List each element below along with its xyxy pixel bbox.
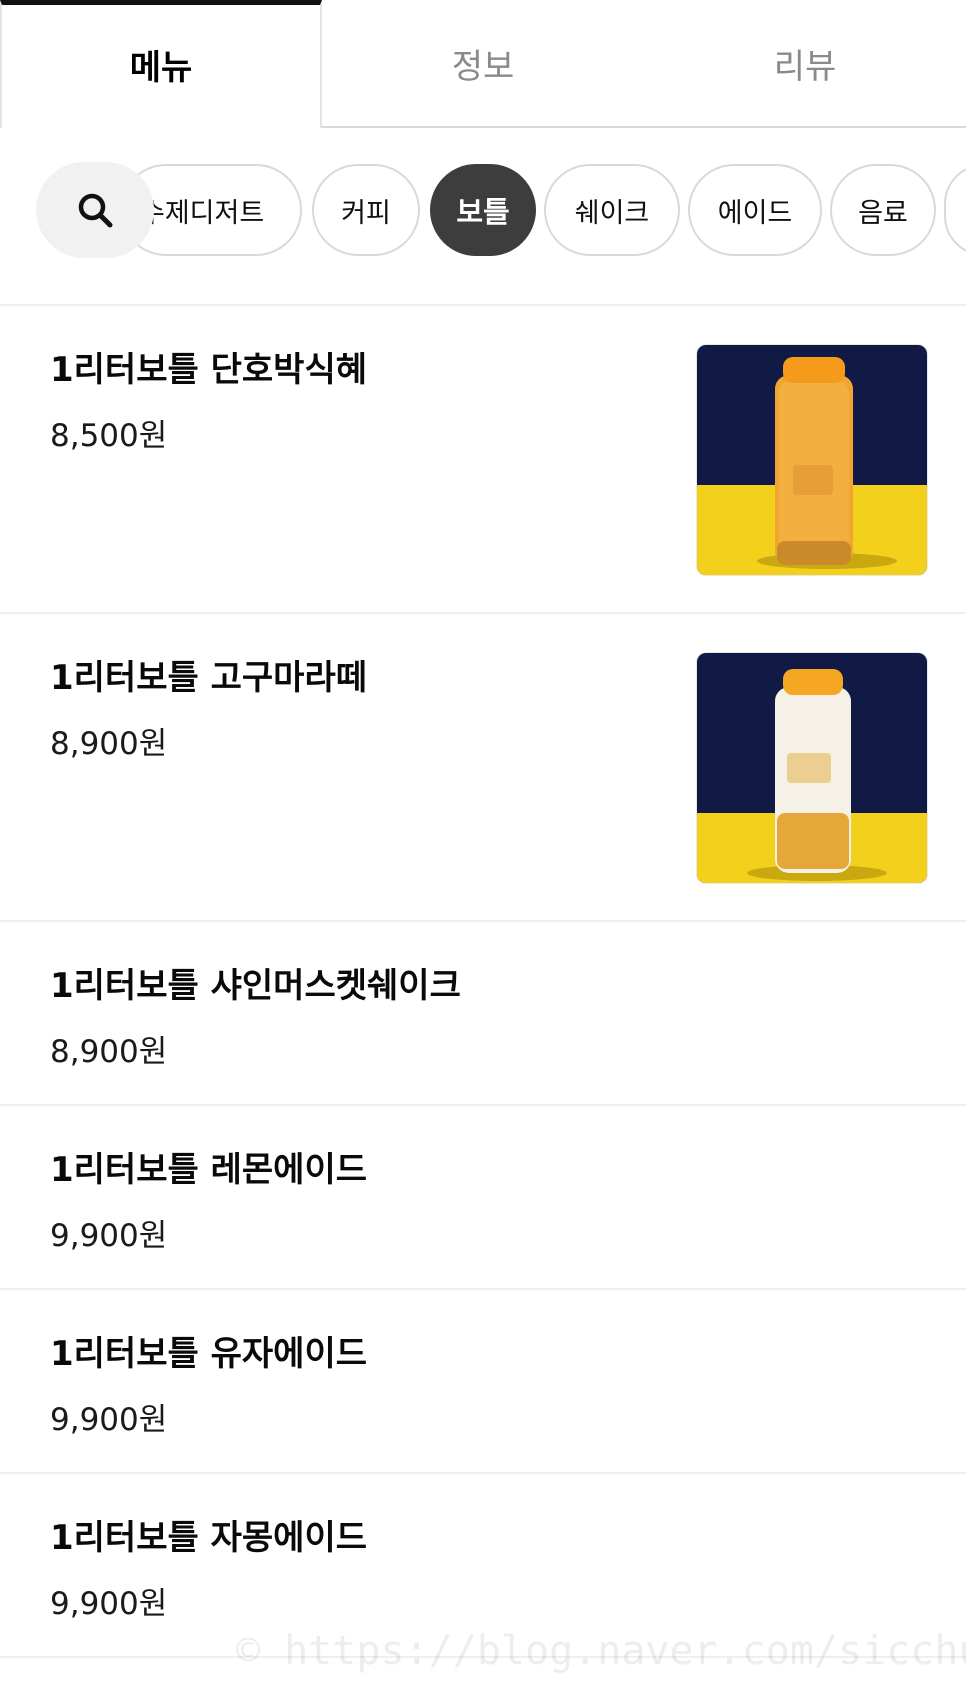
menu-item[interactable]: 1리터보틀 유자에이드 9,900원 — [0, 1290, 966, 1474]
chip-coffee[interactable]: 커피 — [312, 164, 420, 256]
tab-menu[interactable]: 메뉴 — [0, 0, 322, 128]
tab-reviews[interactable]: 리뷰 — [644, 0, 966, 126]
menu-list: 1리터보틀 단호박식혜 8,500원 1리터보틀 고구마라떼 8,900원 1리… — [0, 306, 966, 1658]
menu-item-name: 1리터보틀 단호박식혜 — [50, 350, 368, 390]
menu-item-name: 1리터보틀 레몬에이드 — [50, 1150, 368, 1190]
menu-item-name: 1리터보틀 고구마라떼 — [50, 658, 368, 698]
tab-info[interactable]: 정보 — [322, 0, 644, 126]
menu-item-name: 1리터보틀 유자에이드 — [50, 1334, 368, 1374]
menu-item-price: 9,900원 — [50, 1586, 168, 1622]
chip-next-partial[interactable] — [944, 164, 966, 256]
menu-item[interactable]: 1리터보틀 고구마라떼 8,900원 — [0, 614, 966, 922]
menu-item-name: 1리터보틀 자몽에이드 — [50, 1518, 368, 1558]
menu-item-price: 8,500원 — [50, 418, 168, 454]
chip-bottle[interactable]: 보틀 — [430, 164, 536, 256]
chip-shake[interactable]: 쉐이크 — [544, 164, 680, 256]
menu-item[interactable]: 1리터보틀 단호박식혜 8,500원 — [0, 306, 966, 614]
menu-item-price: 8,900원 — [50, 726, 168, 762]
menu-item-price: 9,900원 — [50, 1402, 168, 1438]
tab-bar: 메뉴 정보 리뷰 — [0, 0, 966, 128]
menu-item-photo — [696, 652, 928, 884]
menu-item-price: 8,900원 — [50, 1034, 168, 1070]
search-icon — [78, 193, 113, 228]
menu-item-price: 9,900원 — [50, 1218, 168, 1254]
menu-item[interactable]: 1리터보틀 샤인머스켓쉐이크 8,900원 — [0, 922, 966, 1106]
chip-drink[interactable]: 음료 — [830, 164, 936, 256]
menu-item[interactable]: 1리터보틀 레몬에이드 9,900원 — [0, 1106, 966, 1290]
menu-item[interactable]: 1리터보틀 자몽에이드 9,900원 — [0, 1474, 966, 1658]
category-filter-bar: 수제디저트 커피 보틀 쉐이크 에이드 음료 — [0, 128, 966, 306]
search-button[interactable] — [36, 162, 154, 258]
menu-item-name: 1리터보틀 샤인머스켓쉐이크 — [50, 966, 461, 1006]
chip-ade[interactable]: 에이드 — [688, 164, 822, 256]
menu-item-photo — [696, 344, 928, 576]
